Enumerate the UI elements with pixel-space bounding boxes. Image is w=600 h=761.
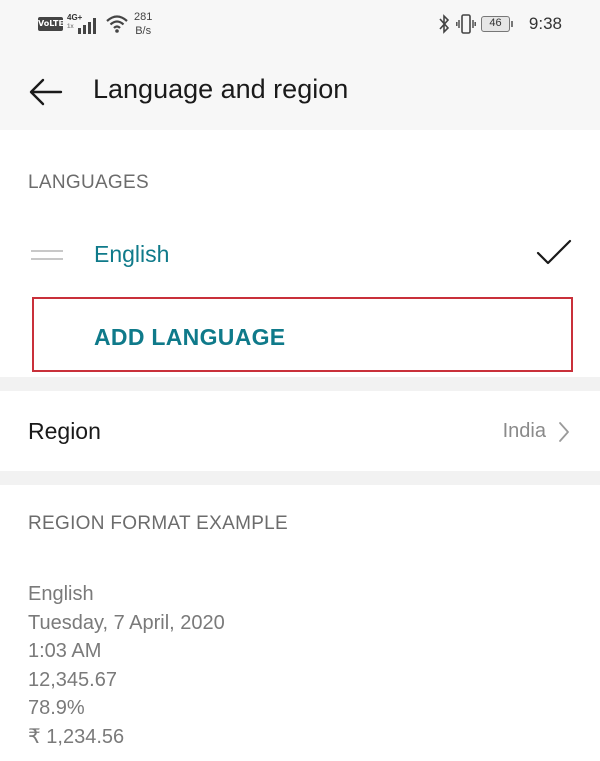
network-speed-unit: B/s xyxy=(135,25,152,37)
format-number: 12,345.67 xyxy=(28,668,117,691)
back-button[interactable] xyxy=(28,76,64,108)
status-bar: VoLTE 4G+ 1x 281 B/s 46 9:38 xyxy=(0,0,600,52)
region-label: Region xyxy=(28,418,101,444)
region-value: India xyxy=(502,420,546,442)
network-speed-value: 281 xyxy=(134,11,153,23)
vibrate-icon xyxy=(456,14,476,34)
status-time: 9:38 xyxy=(528,14,562,33)
page-title: Language and region xyxy=(93,74,349,104)
languages-section-header: LANGUAGES xyxy=(28,172,149,193)
bluetooth-icon xyxy=(439,14,450,34)
region-format-example: English Tuesday, 7 April, 2020 1:03 AM 1… xyxy=(28,580,225,751)
wifi-icon xyxy=(106,15,128,33)
arrow-left-icon xyxy=(29,78,63,106)
volte-icon: VoLTE xyxy=(38,17,64,31)
section-divider xyxy=(0,471,600,485)
app-bar: Language and region xyxy=(0,52,600,130)
region-row[interactable]: Region India xyxy=(0,391,600,471)
region-format-section-header: REGION FORMAT EXAMPLE xyxy=(28,513,289,534)
network-speed: 281 B/s xyxy=(134,10,152,38)
signal-strength-icon xyxy=(78,18,96,34)
format-percent: 78.9% xyxy=(28,697,85,719)
format-date: Tuesday, 7 April, 2020 xyxy=(28,611,225,634)
chevron-right-icon xyxy=(559,422,569,442)
section-divider xyxy=(0,377,600,391)
checkmark-icon xyxy=(536,239,572,265)
format-time: 1:03 AM xyxy=(28,640,102,662)
format-language: English xyxy=(28,583,94,605)
format-currency: ₹ 1,234.56 xyxy=(28,725,125,748)
add-language-label: ADD LANGUAGE xyxy=(94,324,286,350)
language-item-english[interactable]: English xyxy=(0,225,600,285)
battery-icon: 46 xyxy=(481,16,513,32)
language-name: English xyxy=(94,241,170,267)
drag-handle-icon[interactable] xyxy=(31,250,63,260)
add-language-button[interactable]: ADD LANGUAGE xyxy=(32,297,573,372)
